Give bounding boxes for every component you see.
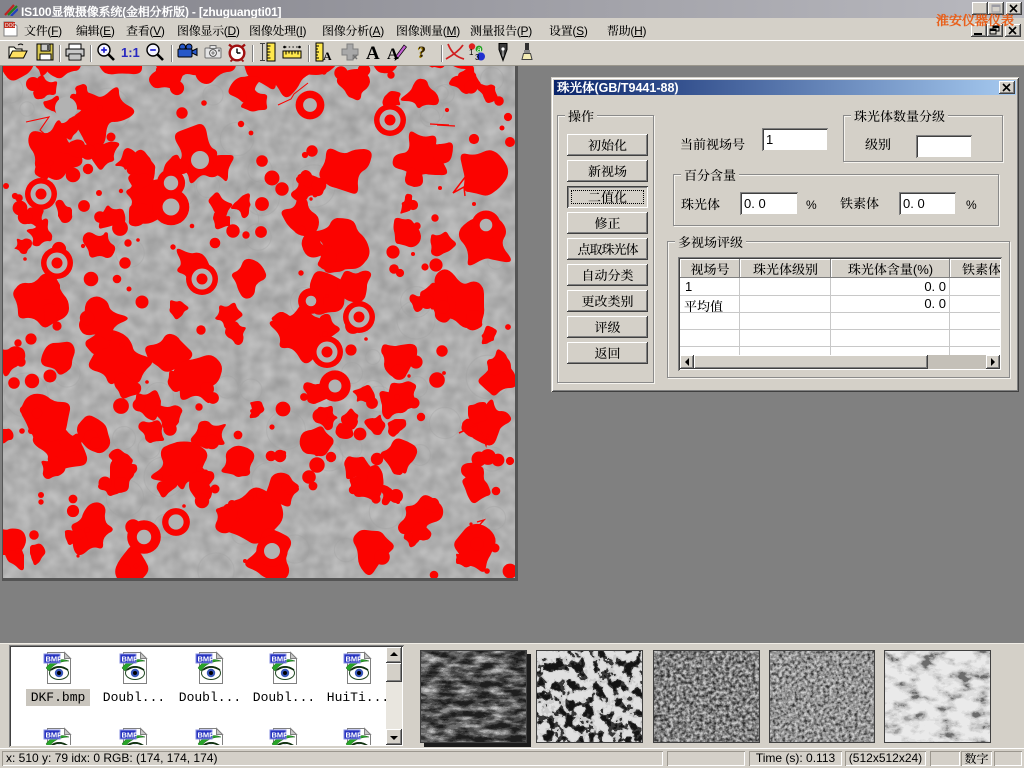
svg-text:BMP: BMP [346, 655, 363, 664]
svg-text:BMP: BMP [346, 731, 363, 740]
svg-text:DOC: DOC [5, 23, 17, 29]
svg-text:BMP: BMP [198, 655, 215, 664]
svg-text:1: 1 [469, 48, 474, 57]
svg-text:BMP: BMP [198, 731, 215, 740]
svg-text:1:1: 1:1 [121, 45, 140, 60]
svg-text:BMP: BMP [122, 731, 139, 740]
svg-text:BMP: BMP [272, 731, 289, 740]
svg-text:3: 3 [475, 53, 480, 62]
svg-text:A: A [323, 49, 332, 63]
svg-text:A: A [366, 43, 380, 63]
svg-text:BMP: BMP [46, 731, 63, 740]
svg-text:BMP: BMP [272, 655, 289, 664]
svg-text:BMP: BMP [46, 655, 63, 664]
svg-text:BMP: BMP [122, 655, 139, 664]
svg-text:?: ? [418, 44, 426, 61]
